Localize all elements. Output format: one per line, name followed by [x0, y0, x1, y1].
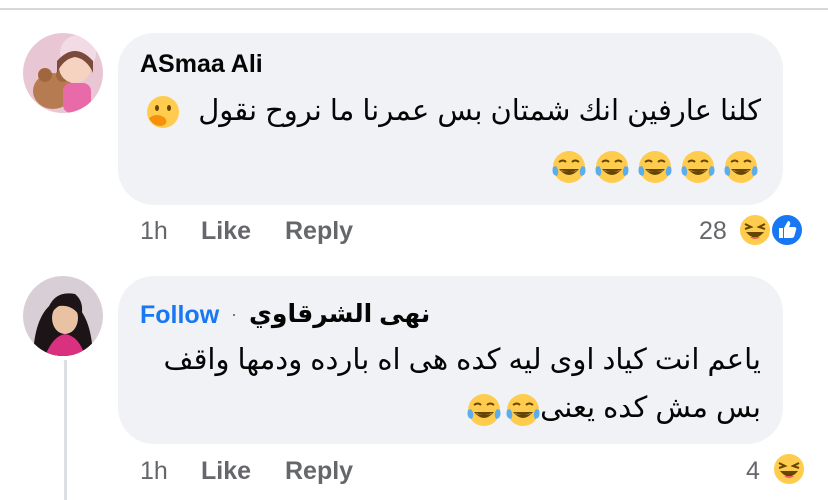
- top-divider: [0, 8, 828, 10]
- comment-author[interactable]: نهى الشرقاوي: [249, 299, 430, 329]
- comment-author[interactable]: ASmaa Ali: [140, 50, 263, 79]
- follow-button[interactable]: Follow: [140, 301, 219, 330]
- laughing-face-icon[interactable]: [738, 213, 772, 247]
- comment-text: كلنا عارفين انك شمتان بس عمرنا ما نروح ن…: [198, 95, 761, 127]
- tears-of-joy-emoji: [681, 151, 715, 183]
- separator-dot: ·: [231, 304, 237, 324]
- tears-of-joy-emoji: [638, 151, 672, 183]
- comment-timestamp[interactable]: 1h: [140, 217, 168, 246]
- tears-of-joy-emoji: [506, 394, 540, 426]
- reaction-count[interactable]: 4: [746, 457, 760, 486]
- reply-button[interactable]: Reply: [285, 457, 353, 486]
- tears-of-joy-emoji: [467, 394, 501, 426]
- like-button[interactable]: Like: [201, 217, 251, 246]
- comment-text: ياعم انت كياد اوى ليه كده هى اه بارده ود…: [163, 344, 761, 376]
- thread-line: [64, 360, 67, 500]
- avatar-asmaa-ali[interactable]: [23, 33, 103, 113]
- like-button[interactable]: Like: [201, 457, 251, 486]
- comment-text: بس مش كده يعنى: [540, 392, 761, 424]
- comment-timestamp[interactable]: 1h: [140, 457, 168, 486]
- laughing-face-icon[interactable]: [772, 452, 806, 486]
- tears-of-joy-emoji: [595, 151, 629, 183]
- avatar-noha-elsharkawy[interactable]: [23, 276, 103, 356]
- comment-bubble: Follow · نهى الشرقاوي ياعم انت كياد اوى …: [118, 276, 783, 444]
- reply-button[interactable]: Reply: [285, 217, 353, 246]
- comment-bubble: ASmaa Ali كلنا عارفين انك شمتان بس عمرنا…: [118, 33, 783, 205]
- reaction-count[interactable]: 28: [699, 217, 727, 246]
- hand-over-mouth-face-icon: [147, 96, 179, 128]
- like-thumb-icon[interactable]: [770, 213, 804, 247]
- tears-of-joy-emoji: [552, 151, 586, 183]
- tears-of-joy-emoji: [724, 151, 758, 183]
